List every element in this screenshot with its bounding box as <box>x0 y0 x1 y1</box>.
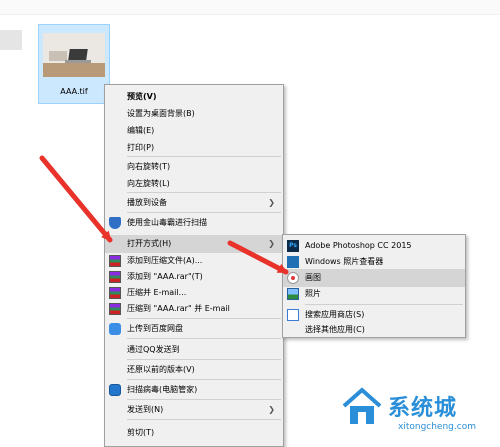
watermark-brand: 系统城 <box>388 396 458 421</box>
annotation-arrows <box>39 155 289 275</box>
xitongcheng-logo-icon <box>342 387 382 424</box>
arrow-to-paint <box>227 240 289 275</box>
arrow-to-open-with <box>39 155 113 243</box>
watermark-url: xitongcheng.com <box>398 422 476 432</box>
